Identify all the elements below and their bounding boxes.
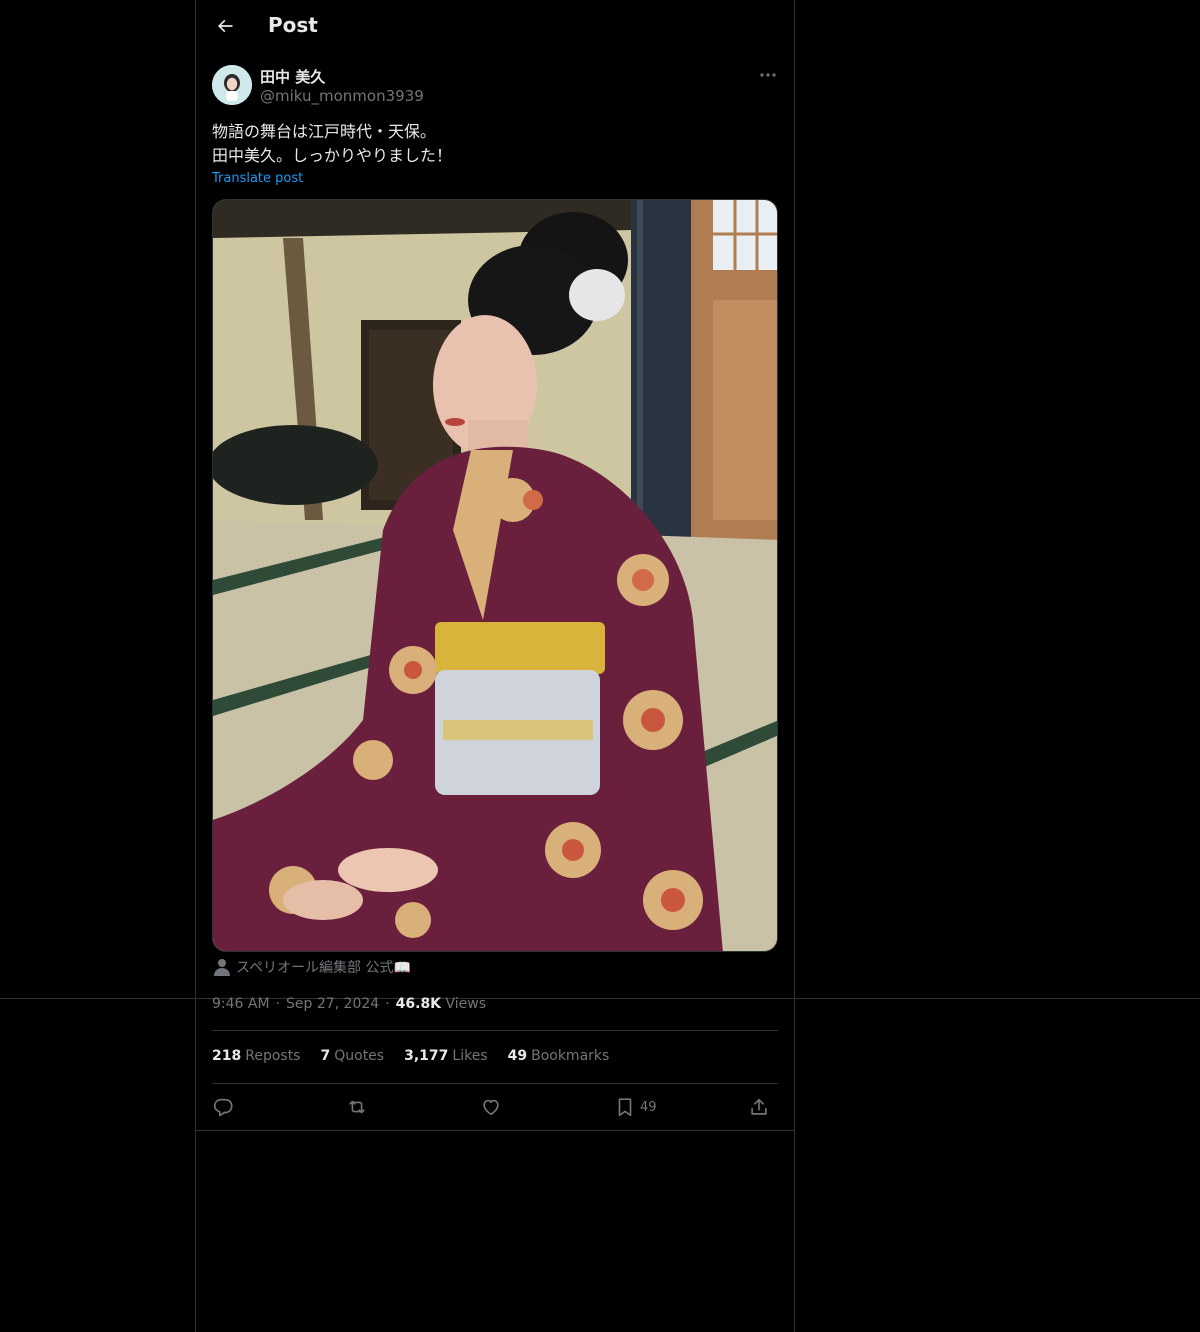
post-text: 物語の舞台は江戸時代・天保。 田中美久。しっかりやりました！	[212, 120, 452, 168]
arrow-left-icon	[218, 19, 233, 33]
more-options-button[interactable]	[756, 64, 780, 86]
post-text-line: 田中美久。しっかりやりました！	[212, 146, 453, 165]
share-icon	[751, 1098, 767, 1115]
bookmark-count: 49	[640, 1099, 657, 1115]
post-metadata: 9:46 AM · Sep 27, 2024 · 46.8K Views	[212, 996, 487, 1012]
heart-icon	[483, 1099, 499, 1116]
stat-reposts[interactable]: 218 Reposts	[212, 1048, 300, 1064]
repost-icon	[349, 1100, 365, 1114]
more-icon	[760, 73, 776, 77]
header: Post	[196, 0, 794, 53]
bookmark-icon	[618, 1098, 632, 1117]
avatar[interactable]	[212, 65, 252, 105]
post-date[interactable]: Sep 27, 2024	[286, 996, 379, 1012]
page-title: Post	[268, 13, 318, 37]
reply-icon	[213, 1098, 233, 1117]
repost-button[interactable]	[346, 1094, 368, 1120]
divider	[196, 1130, 794, 1131]
divider	[212, 1083, 778, 1084]
post-time[interactable]: 9:46 AM	[212, 996, 270, 1012]
like-button[interactable]	[480, 1094, 502, 1120]
reply-button[interactable]	[212, 1094, 234, 1120]
share-button[interactable]	[748, 1094, 770, 1120]
divider	[212, 1030, 778, 1031]
stat-quotes[interactable]: 7 Quotes	[320, 1048, 384, 1064]
media-credit[interactable]: スペリオール編集部 公式📖	[214, 957, 411, 977]
stat-likes[interactable]: 3,177 Likes	[404, 1048, 488, 1064]
post-photo[interactable]	[212, 199, 778, 952]
author-handle[interactable]: @miku_monmon3939	[260, 87, 424, 105]
post-column: Post 田中 美久 @miku_monmon3939 物語の舞台は江戸時代・天…	[195, 0, 795, 1332]
media-credit-text: スペリオール編集部 公式📖	[236, 960, 411, 976]
translate-post-link[interactable]: Translate post	[212, 171, 303, 186]
back-button[interactable]	[208, 9, 242, 43]
stat-bookmarks[interactable]: 49 Bookmarks	[508, 1048, 610, 1064]
engagement-stats: 218 Reposts 7 Quotes 3,177 Likes 49 Bookmark…	[212, 1048, 609, 1064]
bookmark-button[interactable]: 49	[614, 1094, 657, 1120]
views-label: Views	[445, 996, 487, 1012]
action-bar: 49	[212, 1094, 778, 1120]
user-icon	[214, 959, 230, 976]
views-count: 46.8K	[395, 996, 442, 1012]
post-text-line: 物語の舞台は江戸時代・天保。	[212, 122, 437, 141]
author-name[interactable]: 田中 美久	[260, 66, 325, 87]
